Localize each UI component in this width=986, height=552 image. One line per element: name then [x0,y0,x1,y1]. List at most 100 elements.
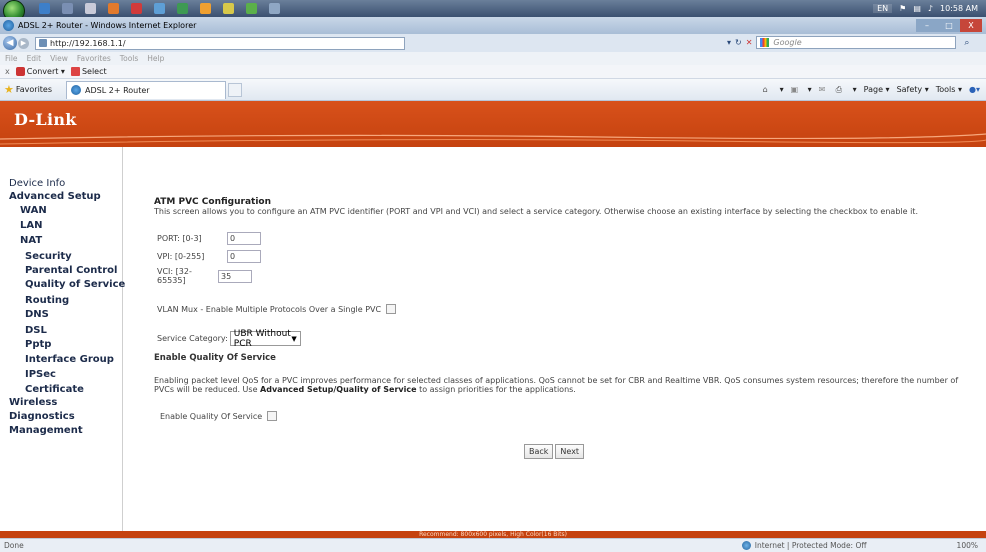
favorites-button[interactable]: Favorites [16,85,52,94]
convert-button[interactable]: Convert ▾ [15,67,65,76]
close-button[interactable]: X [960,19,982,32]
sidebar-item-nat[interactable]: NAT [20,235,42,246]
app-taskbar-icon[interactable] [154,3,165,14]
service-category-label: Service Category: [157,334,228,343]
minimize-button[interactable]: – [916,19,938,32]
back-nav-button[interactable]: ◀ [3,36,17,50]
vlan-mux-checkbox[interactable] [386,304,397,314]
enable-qos-label: Enable Quality Of Service [160,411,263,421]
tab-adsl-router[interactable]: ADSL 2+ Router [66,80,227,99]
safety-menu[interactable]: Safety ▾ [897,85,929,94]
refresh-icon[interactable]: ↻ [735,38,742,47]
security-zone[interactable]: Internet | Protected Mode: Off [741,541,867,550]
sidebar-item-dsl[interactable]: DSL [25,325,47,336]
menu-edit[interactable]: Edit [27,54,42,63]
menu-help[interactable]: Help [147,54,164,63]
url-text: http://192.168.1.1/ [50,38,126,48]
menu-bar: File Edit View Favorites Tools Help [0,52,986,65]
app-taskbar-icon[interactable] [269,3,280,14]
maximize-button[interactable]: □ [938,19,960,32]
sidebar-item-device-info[interactable]: Device Info [9,178,65,189]
vpi-input[interactable]: 0 [227,250,261,263]
sidebar-item-dns[interactable]: DNS [25,309,49,320]
feeds-dropdown-icon[interactable]: ▾ [808,85,812,94]
home-icon[interactable]: ⌂ [763,85,773,95]
enable-qos-checkbox[interactable] [267,411,278,421]
service-category-value: UBR Without PCR [233,328,291,349]
menu-favorites[interactable]: Favorites [77,54,111,63]
clock[interactable]: 10:58 AM [940,4,978,13]
app-taskbar-icon[interactable] [246,3,257,14]
back-button[interactable]: Back [524,444,554,459]
vci-label: VCI: [32-65535] [157,267,192,285]
sidebar-item-management[interactable]: Management [9,425,83,436]
app-taskbar-icon[interactable] [223,3,234,14]
network-icon[interactable]: ▤ [913,4,921,13]
print-icon[interactable]: ⎙ [836,85,846,95]
sidebar-item-certificate[interactable]: Certificate [25,384,84,395]
qos-description: Enabling packet level QoS for a PVC impr… [154,376,974,394]
sidebar-item-routing[interactable]: Routing [25,295,69,306]
port-input[interactable]: 0 [227,232,261,245]
search-input[interactable]: Google [756,36,957,49]
ie-icon [3,20,14,31]
favorites-bar: ★ Favorites ADSL 2+ Router ⌂ ▾ ▣ ▾ ✉ ⎙ ▾ Pa… [0,79,986,101]
page-description: This screen allows you to configure an A… [154,207,918,216]
menu-tools[interactable]: Tools [120,54,138,63]
sidebar-item-interface-group[interactable]: Interface Group [25,354,114,365]
favorites-star-icon[interactable]: ★ [4,83,14,96]
tools-menu[interactable]: Tools ▾ [936,85,962,94]
menu-file[interactable]: File [5,54,18,63]
sidebar-item-pptp[interactable]: Pptp [25,339,51,350]
close-toolbar-icon[interactable]: x [5,67,10,76]
new-tab-button[interactable] [228,82,243,97]
mail-icon[interactable]: ✉ [819,85,829,95]
help-icon[interactable]: ●▾ [969,85,980,94]
sidebar-item-parental-control[interactable]: Parental Control [25,265,117,276]
sidebar-item-wireless[interactable]: Wireless [9,397,57,408]
windows-taskbar: EN ⚑ ▤ ♪ 10:58 AM [0,0,986,22]
convert-label: Convert [26,67,59,76]
feeds-icon[interactable]: ▣ [791,85,801,95]
home-dropdown-icon[interactable]: ▾ [780,85,784,94]
app-taskbar-icon[interactable] [177,3,188,14]
vci-input[interactable]: 35 [218,269,252,283]
status-text: Done [4,541,24,550]
stop-icon[interactable]: ✕ [746,38,753,47]
forward-nav-button[interactable]: ▶ [18,37,29,49]
sidebar-item-lan[interactable]: LAN [20,220,42,231]
volume-icon[interactable]: ♪ [928,4,933,13]
sidebar-item-security[interactable]: Security [25,251,72,262]
firefox-taskbar-icon[interactable] [108,3,119,14]
address-field[interactable]: http://192.168.1.1/ [35,36,405,50]
app-taskbar-icon[interactable] [85,3,96,14]
port-row: PORT: [0-3] 0 [157,232,261,245]
sidebar-item-diagnostics[interactable]: Diagnostics [9,411,75,422]
select-button[interactable]: Select [70,67,107,76]
menu-view[interactable]: View [50,54,68,63]
dropdown-icon[interactable]: ▾ [727,38,731,47]
flag-icon[interactable]: ⚑ [899,4,906,13]
print-dropdown-icon[interactable]: ▾ [853,85,857,94]
vlan-mux-row: VLAN Mux - Enable Multiple Protocols Ove… [157,304,397,314]
next-button[interactable]: Next [555,444,585,459]
command-bar: ⌂ ▾ ▣ ▾ ✉ ⎙ ▾ Page ▾ Safety ▾ Tools ▾ ●▾ [763,85,986,95]
sidebar-item-ipsec[interactable]: IPSec [25,369,56,380]
media-taskbar-icon[interactable] [62,3,73,14]
sidebar-item-advanced-setup[interactable]: Advanced Setup [9,191,101,202]
address-actions: ▾ ↻ ✕ Google ⌕ [727,36,969,49]
language-indicator[interactable]: EN [873,4,893,13]
sidebar-item-wan[interactable]: WAN [20,205,47,216]
service-category-row: Service Category: UBR Without PCR ▼ [157,328,301,349]
page-menu[interactable]: Page ▾ [864,85,890,94]
sidebar-nav: Device Info Advanced Setup WAN LAN NAT S… [0,147,125,531]
app-taskbar-icon[interactable] [131,3,142,14]
page-icon [39,39,47,47]
ie-taskbar-icon[interactable] [39,3,50,14]
app-taskbar-icon[interactable] [200,3,211,14]
window-titlebar: ADSL 2+ Router - Windows Internet Explor… [0,17,986,34]
service-category-select[interactable]: UBR Without PCR ▼ [229,328,301,349]
search-icon[interactable]: ⌕ [964,38,969,48]
zoom-level[interactable]: 100% [957,541,978,550]
sidebar-item-quality-of-service[interactable]: Quality of Service [25,279,125,290]
